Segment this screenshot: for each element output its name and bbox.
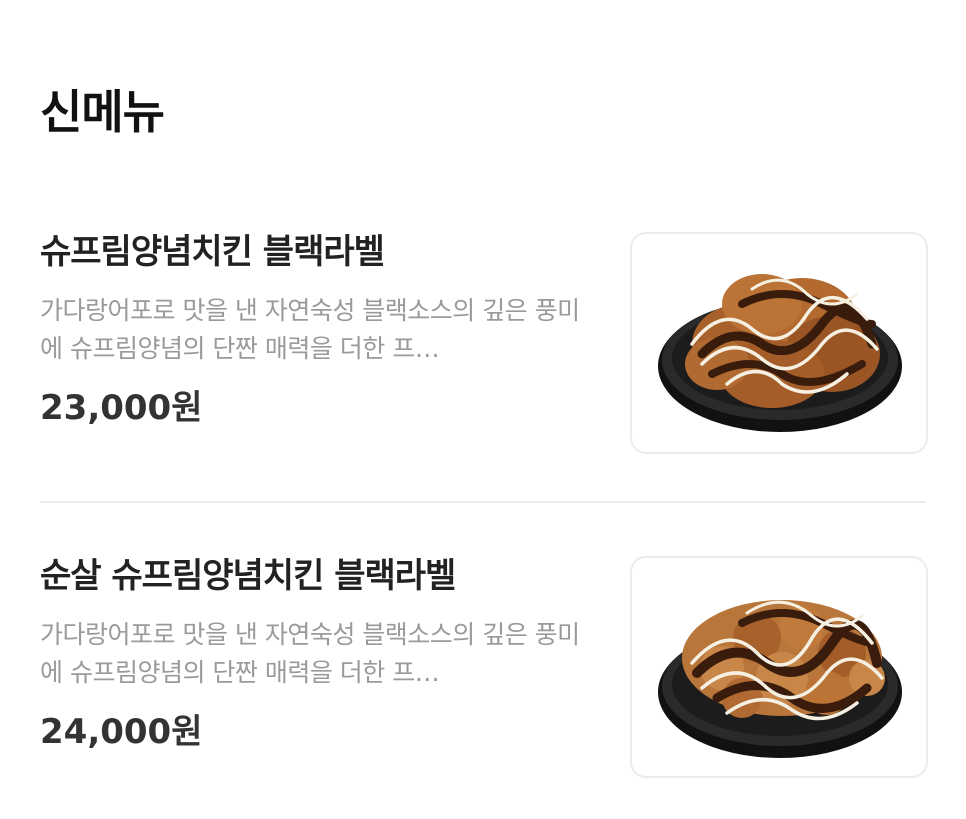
menu-item-price: 24,000원 — [40, 712, 203, 752]
menu-item-name: 순살 슈프림양념치킨 블랙라벨 — [40, 556, 456, 596]
menu-item-supreme-black-label[interactable]: 슈프림양념치킨 블랙라벨 가다랑어포로 맛을 낸 자연숙성 블랙소스의 깊은 풍… — [40, 228, 928, 458]
menu-item-text: 슈프림양념치킨 블랙라벨 가다랑어포로 맛을 낸 자연숙성 블랙소스의 깊은 풍… — [40, 228, 600, 432]
menu-item-image[interactable] — [630, 556, 928, 778]
menu-item-text: 순살 슈프림양념치킨 블랙라벨 가다랑어포로 맛을 낸 자연숙성 블랙소스의 깊… — [40, 552, 600, 756]
section-title: 신메뉴 — [40, 85, 165, 139]
menu-item-image[interactable] — [630, 232, 928, 454]
menu-item-boneless-supreme-black-label[interactable]: 순살 슈프림양념치킨 블랙라벨 가다랑어포로 맛을 낸 자연숙성 블랙소스의 깊… — [40, 552, 928, 782]
chicken-dish-image — [658, 274, 902, 432]
menu-item-price: 23,000원 — [40, 388, 203, 428]
menu-item-description: 가다랑어포로 맛을 낸 자연숙성 블랙소스의 깊은 풍미에 슈프림양념의 단짠 … — [40, 296, 580, 363]
menu-item-description: 가다랑어포로 맛을 낸 자연숙성 블랙소스의 깊은 풍미에 슈프림양념의 단짠 … — [40, 620, 580, 687]
boneless-chicken-dish-image — [658, 600, 902, 758]
menu-item-name: 슈프림양념치킨 블랙라벨 — [40, 232, 385, 272]
item-divider — [40, 501, 926, 503]
